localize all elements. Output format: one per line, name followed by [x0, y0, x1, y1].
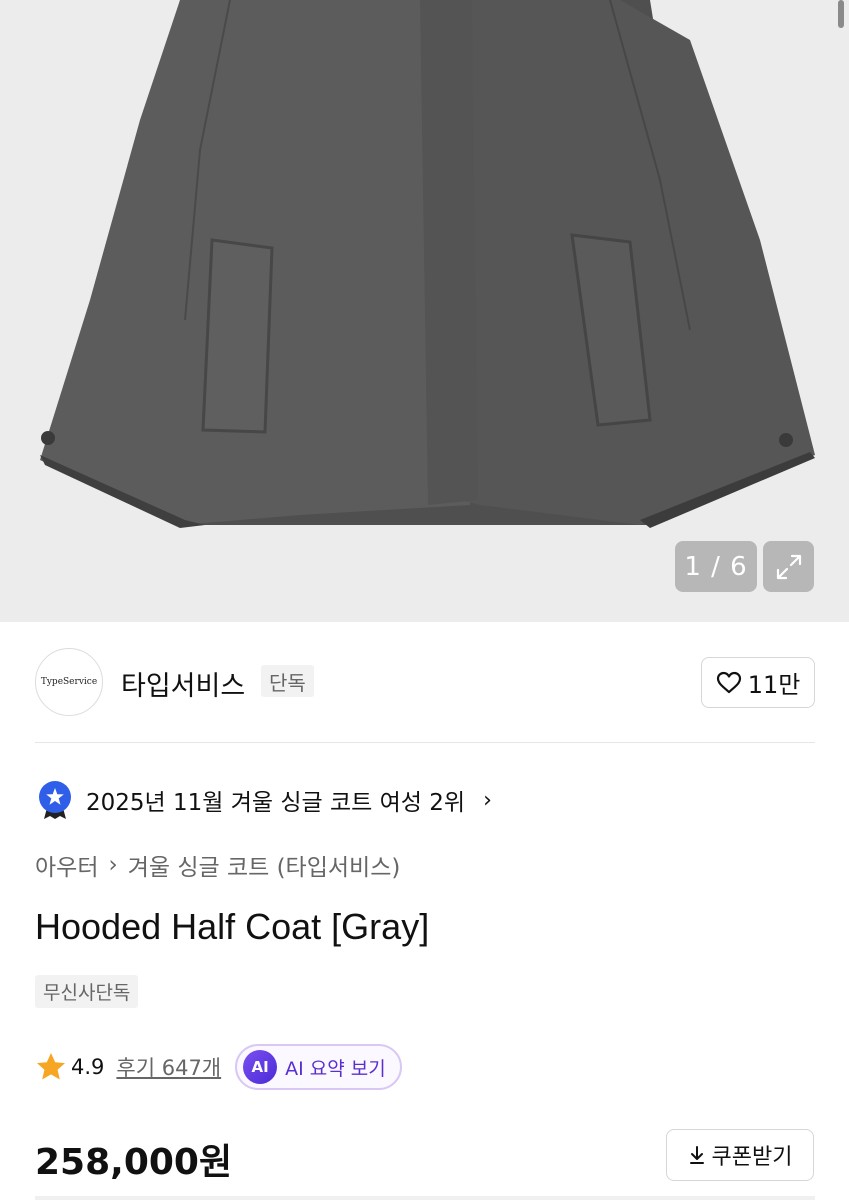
brand-logo[interactable]: TypeService: [35, 648, 103, 716]
expand-button[interactable]: [763, 541, 814, 592]
star-icon: [37, 1053, 65, 1080]
exclusive-badge: 무신사단독: [35, 975, 139, 1008]
breadcrumb: 아우터 › 겨울 싱글 코트 (타입서비스): [35, 848, 400, 882]
brand-name[interactable]: 타입서비스: [121, 664, 245, 703]
rating-value: 4.9: [71, 1055, 105, 1079]
breadcrumb-subcategory[interactable]: 겨울 싱글 코트 (타입서비스): [128, 848, 401, 882]
chevron-right-icon: ›: [108, 852, 118, 878]
ranking-text: 2025년 11월 겨울 싱글 코트 여성 2위: [86, 790, 466, 816]
brand-exclusive-tag: 단독: [261, 665, 314, 697]
ai-icon: AI: [243, 1050, 278, 1084]
expand-icon: [776, 554, 801, 579]
product-title: Hooded Half Coat [Gray]: [35, 906, 430, 947]
product-image: [40, 0, 815, 528]
download-icon: [689, 1146, 704, 1164]
coupon-label: 쿠폰받기: [711, 1145, 793, 1170]
image-counter: 1 / 6: [675, 541, 757, 592]
like-button[interactable]: 11만: [701, 657, 815, 708]
coupon-button[interactable]: 쿠폰받기: [666, 1129, 814, 1181]
section-separator: [35, 1196, 815, 1200]
chevron-right-icon: ›: [483, 787, 492, 813]
ai-summary-button[interactable]: AI AI 요약 보기: [235, 1044, 402, 1090]
heart-icon: [716, 671, 741, 693]
brand-row: TypeService 타입서비스 단독 11만: [35, 648, 815, 716]
divider: [35, 742, 815, 743]
product-image-gallery[interactable]: 1 / 6: [0, 0, 849, 622]
ranking-badge-icon: [39, 781, 71, 819]
like-count: 11만: [747, 671, 801, 699]
breadcrumb-category[interactable]: 아우터: [35, 848, 98, 882]
price: 258,000원: [35, 1142, 233, 1183]
reviews-link[interactable]: 후기 647개: [116, 1052, 221, 1082]
rating-row: 4.9 후기 647개 AI AI 요약 보기: [35, 1044, 402, 1090]
brand-logo-text: TypeService: [40, 677, 98, 687]
scrollbar-thumb[interactable]: [838, 0, 844, 28]
ranking-link[interactable]: 2025년 11월 겨울 싱글 코트 여성 2위 ›: [38, 778, 492, 822]
ai-summary-label: AI 요약 보기: [285, 1057, 386, 1080]
